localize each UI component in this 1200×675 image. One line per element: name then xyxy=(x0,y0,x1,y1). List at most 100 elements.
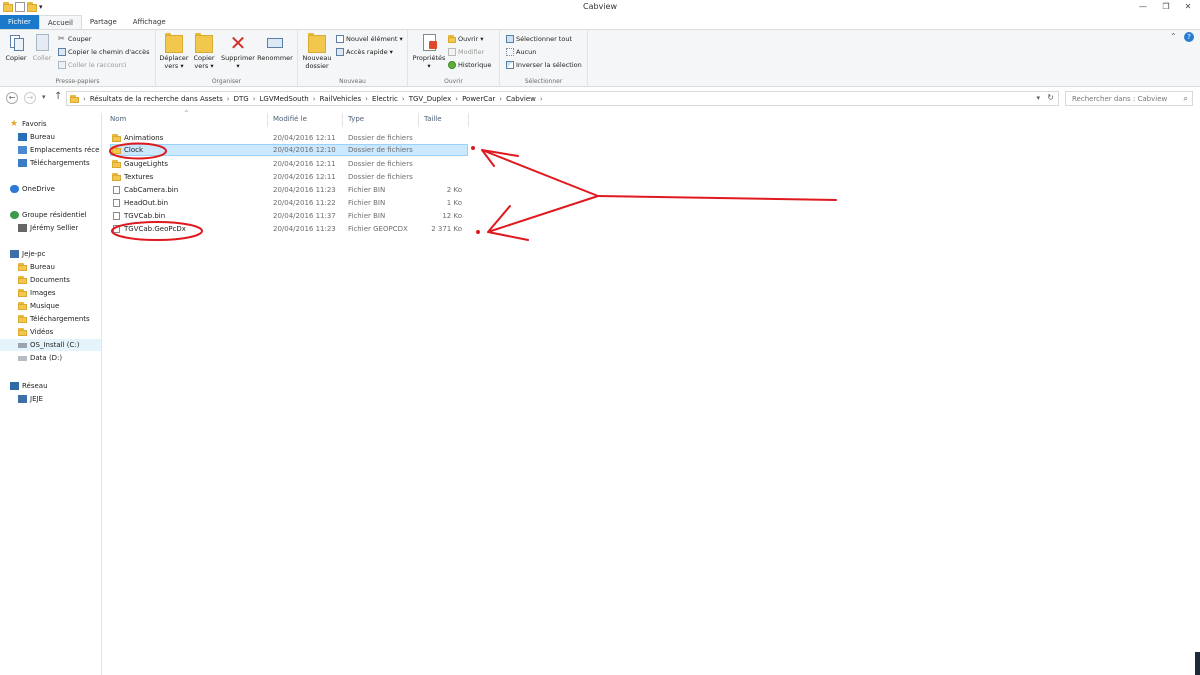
new-group: Nouveau dossier Nouvel élément ▾ Accès r… xyxy=(298,30,408,87)
new-folder-label-1: Nouveau xyxy=(302,54,332,62)
nav-network[interactable]: Réseau xyxy=(10,380,48,392)
breadcrumb-search-results[interactable]: Résultats de la recherche dans Assets xyxy=(90,95,223,103)
file-row[interactable]: GaugeLights 20/04/2016 12:11 Dossier de … xyxy=(110,158,468,170)
new-item-button[interactable]: Nouvel élément ▾ xyxy=(336,34,403,44)
move-to-icon xyxy=(165,33,183,53)
nav-pc-music[interactable]: Musique xyxy=(18,300,59,312)
nav-fav-desktop-label: Bureau xyxy=(30,133,55,141)
copy-button[interactable]: Copier xyxy=(4,33,28,62)
breadcrumb-powercar[interactable]: PowerCar xyxy=(462,95,495,103)
file-row[interactable]: Textures 20/04/2016 12:11 Dossier de fic… xyxy=(110,171,468,183)
nav-homegroup-user[interactable]: Jérémy Sellier xyxy=(18,222,78,234)
search-input[interactable]: Rechercher dans : Cabview ⌕ xyxy=(1065,91,1193,106)
easy-access-button[interactable]: Accès rapide ▾ xyxy=(336,47,393,57)
ribbon: Copier Coller ✂ Couper Copier le chemin d… xyxy=(0,29,1200,87)
file-row[interactable]: CabCamera.bin 20/04/2016 11:23 Fichier B… xyxy=(110,184,468,196)
nav-network-jeje[interactable]: JEJE xyxy=(18,393,43,405)
copy-path-button[interactable]: Copier le chemin d'accès xyxy=(58,47,150,57)
nav-pc-drive-c[interactable]: OS_Install (C:) xyxy=(0,339,101,351)
nav-pc-drive-d[interactable]: Data (D:) xyxy=(18,352,62,364)
nav-fav-recent-label: Emplacements récents xyxy=(30,146,100,154)
nav-homegroup[interactable]: Groupe résidentiel xyxy=(10,209,87,221)
up-button[interactable]: ↑ xyxy=(54,91,62,102)
edit-label: Modifier xyxy=(458,48,485,56)
nav-pc-downloads[interactable]: Téléchargements xyxy=(18,313,90,325)
nav-pc-pictures[interactable]: Images xyxy=(18,287,56,299)
file-row[interactable]: TGVCab.bin 20/04/2016 11:37 Fichier BIN … xyxy=(110,210,468,222)
desktop-icon xyxy=(18,133,27,141)
nav-favorites[interactable]: ★ Favoris xyxy=(10,118,47,130)
address-bar[interactable]: › Résultats de la recherche dans Assets ›… xyxy=(66,91,1059,106)
file-modified: 20/04/2016 12:11 xyxy=(273,160,336,168)
collapse-ribbon-icon[interactable]: ⌃ xyxy=(1170,32,1177,41)
minimize-button[interactable]: — xyxy=(1133,1,1153,13)
column-header-modified[interactable]: Modifié le xyxy=(273,115,307,125)
nav-fav-recent[interactable]: Emplacements récents xyxy=(18,144,100,156)
new-item-label: Nouvel élément xyxy=(346,35,398,43)
history-button[interactable]: Historique xyxy=(448,60,491,70)
column-header-type[interactable]: Type xyxy=(348,115,364,125)
breadcrumb-cabview[interactable]: Cabview xyxy=(506,95,536,103)
select-all-button[interactable]: Sélectionner tout xyxy=(506,34,572,44)
nav-fav-desktop[interactable]: Bureau xyxy=(18,131,55,143)
refresh-icon[interactable]: ↻ xyxy=(1047,93,1054,102)
delete-button[interactable]: ✕ Supprimer ▾ xyxy=(220,33,256,70)
nav-pc-videos[interactable]: Vidéos xyxy=(18,326,53,338)
select-none-button[interactable]: Aucun xyxy=(506,47,536,57)
tab-view[interactable]: Affichage xyxy=(125,15,174,29)
sort-indicator-icon: ^ xyxy=(184,110,190,117)
delete-x-icon: ✕ xyxy=(229,31,247,55)
file-icon xyxy=(113,186,120,194)
address-dropdown-icon[interactable]: ▾ xyxy=(1036,94,1040,102)
window-title: Cabview xyxy=(583,2,617,11)
file-modified: 20/04/2016 11:23 xyxy=(273,225,336,233)
file-row[interactable]: HeadOut.bin 20/04/2016 11:22 Fichier BIN… xyxy=(110,197,468,209)
select-all-icon xyxy=(506,35,514,43)
help-icon[interactable]: ? xyxy=(1184,32,1194,42)
file-row[interactable]: Animations 20/04/2016 12:11 Dossier de f… xyxy=(110,132,468,144)
nav-fav-downloads-label: Téléchargements xyxy=(30,159,90,167)
paste-button[interactable]: Coller xyxy=(30,33,54,62)
tab-share[interactable]: Partage xyxy=(82,15,125,29)
file-name: Clock xyxy=(124,146,144,154)
easy-access-icon xyxy=(336,48,344,56)
cut-button[interactable]: ✂ Couper xyxy=(58,34,91,44)
back-button[interactable]: ← xyxy=(6,92,18,104)
move-to-button[interactable]: Déplacer vers ▾ xyxy=(158,33,190,70)
file-row-selected[interactable]: Clock 20/04/2016 12:10 Dossier de fichie… xyxy=(110,144,468,156)
nav-favorites-label: Favoris xyxy=(22,120,47,128)
file-row[interactable]: TGVCab.GeoPcDx 20/04/2016 11:23 Fichier … xyxy=(110,223,468,235)
nav-pc-desktop-label: Bureau xyxy=(30,263,55,271)
nav-fav-downloads[interactable]: Téléchargements xyxy=(18,157,90,169)
column-header-name[interactable]: Nom xyxy=(110,115,126,125)
tab-home[interactable]: Accueil xyxy=(38,15,82,29)
edit-button[interactable]: Modifier xyxy=(448,47,484,57)
file-name: CabCamera.bin xyxy=(124,186,179,194)
computer-icon xyxy=(10,250,19,258)
nav-network-label: Réseau xyxy=(22,382,48,390)
invert-selection-button[interactable]: Inverser la sélection xyxy=(506,60,582,70)
maximize-button[interactable]: ❐ xyxy=(1156,1,1176,13)
rename-button[interactable]: Renommer xyxy=(256,33,294,62)
breadcrumb-tgv-duplex[interactable]: TGV_Duplex xyxy=(409,95,452,103)
breadcrumb-dtg[interactable]: DTG xyxy=(234,95,249,103)
easy-access-label: Accès rapide xyxy=(346,48,388,56)
nav-pc-documents[interactable]: Documents xyxy=(18,274,70,286)
paste-shortcut-button[interactable]: Coller le raccourci xyxy=(58,60,127,70)
nav-this-pc[interactable]: Jeje-pc xyxy=(10,248,45,260)
copy-to-button[interactable]: Copier vers ▾ xyxy=(190,33,218,70)
recent-locations-icon[interactable]: ▾ xyxy=(42,93,46,101)
nav-onedrive[interactable]: OneDrive xyxy=(10,183,55,195)
new-folder-button[interactable]: Nouveau dossier xyxy=(300,33,334,70)
tab-file[interactable]: Fichier xyxy=(0,15,39,29)
file-type: Fichier BIN xyxy=(348,186,386,194)
breadcrumb-railvehicles[interactable]: RailVehicles xyxy=(320,95,362,103)
properties-button[interactable]: Propriétés ▾ xyxy=(412,33,446,70)
breadcrumb-electric[interactable]: Electric xyxy=(372,95,398,103)
nav-pc-desktop[interactable]: Bureau xyxy=(18,261,55,273)
forward-button[interactable]: → xyxy=(24,92,36,104)
open-button[interactable]: Ouvrir ▾ xyxy=(448,34,484,44)
breadcrumb-lgvmedsouth[interactable]: LGVMedSouth xyxy=(260,95,309,103)
close-button[interactable]: ✕ xyxy=(1178,1,1198,13)
column-header-size[interactable]: Taille xyxy=(424,115,442,125)
